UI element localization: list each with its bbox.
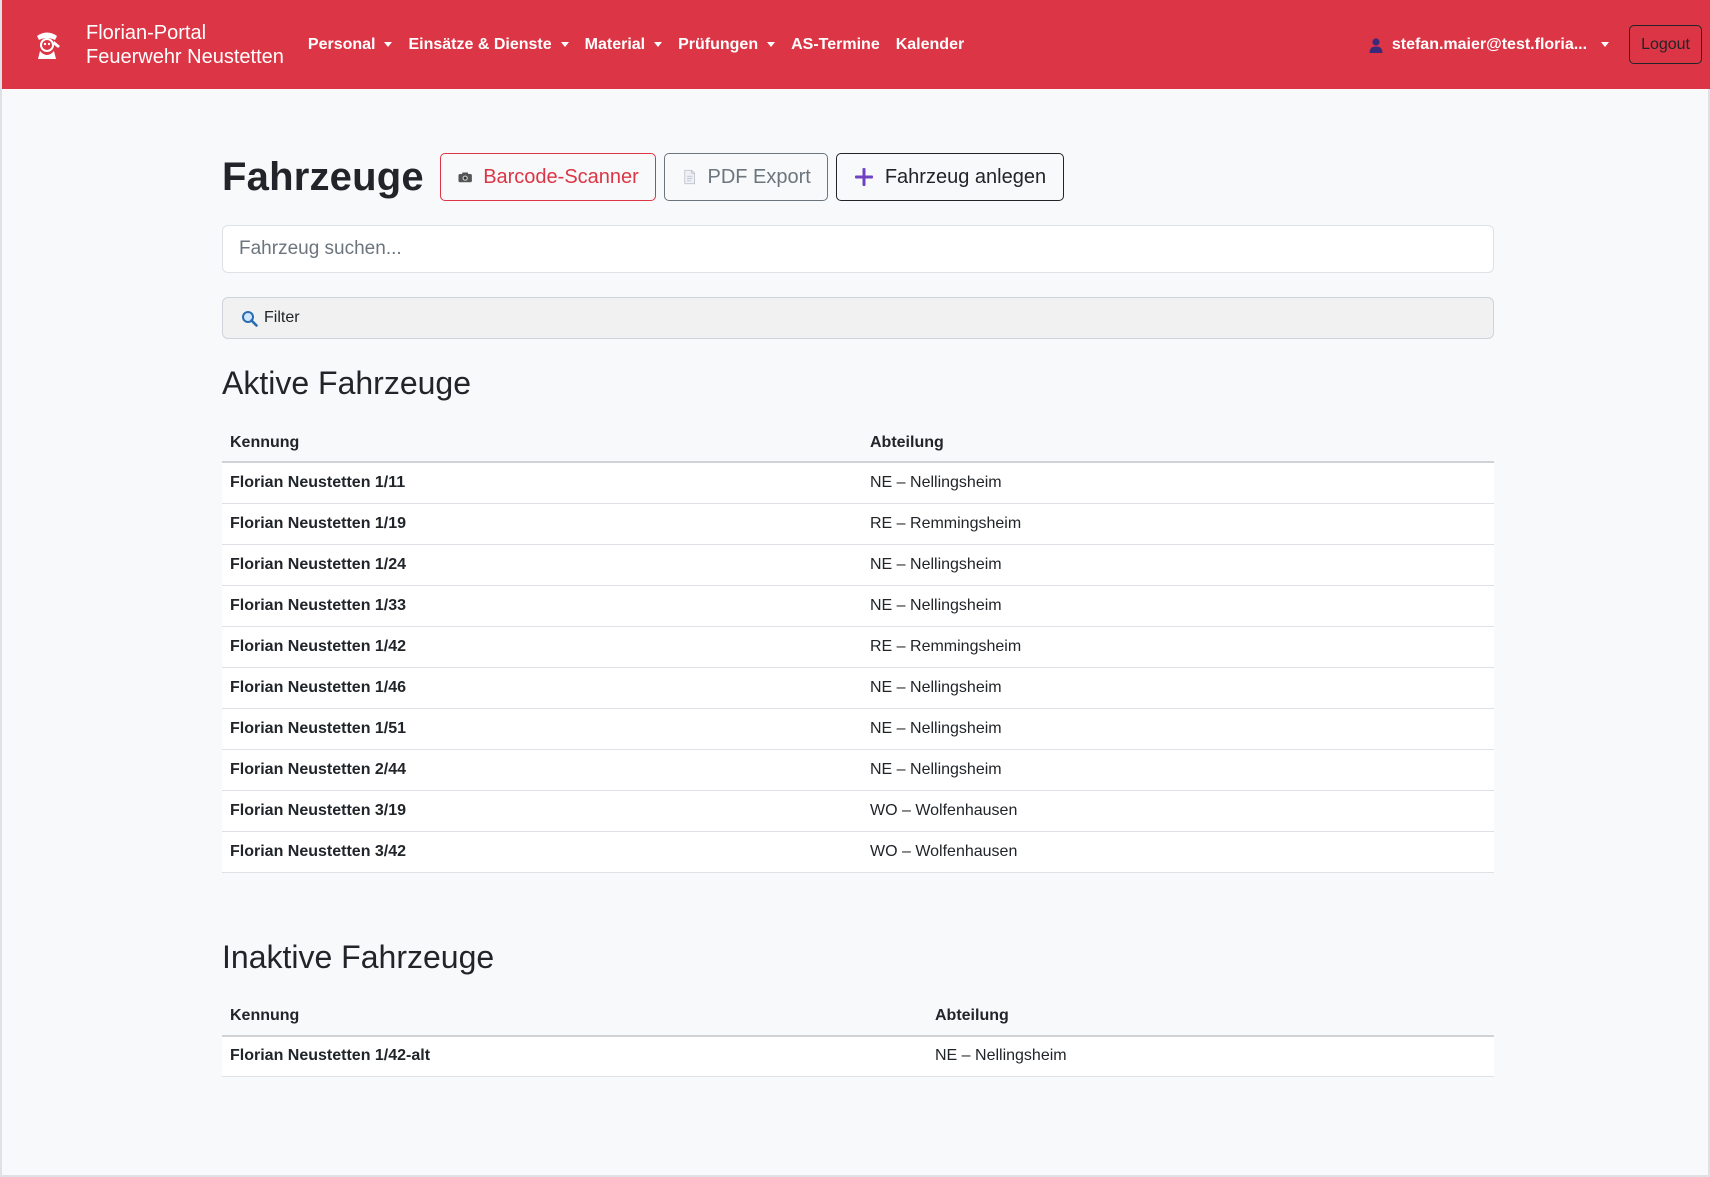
cell-kennung[interactable]: Florian Neustetten 1/42 — [222, 626, 862, 668]
active-vehicles-heading: Aktive Fahrzeuge — [222, 365, 472, 401]
logout-button[interactable]: Logout — [1629, 25, 1702, 64]
column-header-abteilung: Abteilung — [927, 997, 1494, 1037]
filter-label: Filter — [264, 309, 300, 326]
table-row[interactable]: Florian Neustetten 1/51 NE – Nellingsheim — [222, 708, 1494, 750]
cell-abteilung: NE – Nellingsheim — [862, 585, 1494, 627]
cell-abteilung: NE – Nellingsheim — [862, 462, 1494, 504]
document-icon — [684, 169, 695, 185]
page-title: Fahrzeuge — [222, 154, 424, 199]
user-icon — [1369, 37, 1383, 53]
caret-down-icon — [384, 42, 393, 47]
brand-title: Florian-Portal Feuerwehr Neustetten — [86, 21, 284, 69]
vehicle-search-input[interactable] — [222, 225, 1494, 273]
column-header-kennung: Kennung — [222, 997, 927, 1037]
page: Florian-Portal Feuerwehr Neustetten Pers… — [0, 0, 1710, 1177]
caret-down-icon — [1601, 42, 1610, 47]
navbar: Florian-Portal Feuerwehr Neustetten Pers… — [2, 0, 1710, 89]
column-header-abteilung: Abteilung — [862, 424, 1494, 463]
cell-kennung[interactable]: Florian Neustetten 3/42 — [222, 831, 862, 873]
inactive-vehicles-table: Kennung Abteilung Florian Neustetten 1/4… — [222, 997, 1494, 1077]
pdf-export-button[interactable]: PDF Export — [663, 153, 828, 201]
nav-pruefungen[interactable]: Prüfungen — [678, 35, 776, 54]
cell-kennung[interactable]: Florian Neustetten 1/51 — [222, 708, 862, 750]
table-row[interactable]: Florian Neustetten 1/24 NE – Nellingsheim — [222, 544, 1494, 586]
table-header-row: Kennung Abteilung — [222, 997, 1494, 1037]
main-nav: Personal Einsätze & Dienste Material Prü… — [308, 36, 980, 54]
magnifier-icon — [242, 310, 258, 327]
inactive-vehicles-body: Florian Neustetten 1/42-alt NE – Nellings… — [222, 1035, 1494, 1077]
nav-material[interactable]: Material — [584, 35, 663, 54]
table-row[interactable]: Florian Neustetten 1/33 NE – Nellingsheim — [222, 585, 1494, 627]
cell-abteilung: NE – Nellingsheim — [862, 544, 1494, 586]
cell-abteilung: NE – Nellingsheim — [862, 749, 1494, 791]
cell-abteilung: RE – Remmingsheim — [862, 626, 1494, 668]
table-row[interactable]: Florian Neustetten 3/42 WO – Wolfenhausen — [222, 831, 1494, 873]
table-row[interactable]: Florian Neustetten 1/42 RE – Remmingsheim — [222, 626, 1494, 668]
button-label: PDF Export — [707, 165, 811, 188]
nav-personal[interactable]: Personal — [308, 36, 393, 54]
nav-as-termine[interactable]: AS-Termine — [791, 36, 880, 54]
cell-kennung[interactable]: Florian Neustetten 1/46 — [222, 667, 862, 709]
caret-down-icon — [560, 42, 569, 47]
nav-einsaetze-dienste[interactable]: Einsätze & Dienste — [408, 35, 569, 54]
user-email: stefan.maier@test.floria... — [1391, 35, 1588, 53]
table-row[interactable]: Florian Neustetten 3/19 WO – Wolfenhausen — [222, 790, 1494, 832]
nav-label: AS-Termine — [791, 35, 880, 53]
title-row: Fahrzeuge Barcode-Scanner PDF Export Fah… — [222, 153, 1494, 201]
cell-kennung[interactable]: Florian Neustetten 1/42-alt — [222, 1035, 927, 1077]
nav-label: Material — [584, 35, 646, 53]
cell-kennung[interactable]: Florian Neustetten 1/11 — [222, 462, 862, 504]
cell-kennung[interactable]: Florian Neustetten 1/24 — [222, 544, 862, 586]
plus-icon — [854, 168, 873, 186]
camera-icon — [458, 172, 472, 183]
cell-kennung[interactable]: Florian Neustetten 1/33 — [222, 585, 862, 627]
cell-abteilung: WO – Wolfenhausen — [862, 790, 1494, 832]
nav-label: Prüfungen — [678, 35, 759, 53]
column-header-kennung: Kennung — [222, 424, 862, 463]
brand-line-1: Florian-Portal — [86, 21, 207, 44]
active-vehicles-table: Kennung Abteilung Florian Neustetten 1/1… — [222, 424, 1494, 873]
button-label: Fahrzeug anlegen — [884, 165, 1047, 188]
nav-label: Personal — [307, 35, 376, 53]
cell-abteilung: NE – Nellingsheim — [927, 1035, 1494, 1077]
brand-line-2: Feuerwehr Neustetten — [86, 45, 284, 68]
inactive-vehicles-heading: Inaktive Fahrzeuge — [222, 938, 495, 975]
table-row[interactable]: Florian Neustetten 1/19 RE – Remmingsheim — [222, 503, 1494, 545]
filter-toggle[interactable]: Filter — [222, 297, 1494, 339]
nav-right: stefan.maier@test.floria... Logout — [1368, 25, 1702, 64]
nav-kalender[interactable]: Kalender — [896, 36, 964, 54]
cell-kennung[interactable]: Florian Neustetten 2/44 — [222, 749, 862, 791]
create-vehicle-button[interactable]: Fahrzeug anlegen — [835, 153, 1064, 201]
firefighter-logo-icon — [37, 32, 60, 59]
cell-kennung[interactable]: Florian Neustetten 1/19 — [222, 503, 862, 545]
active-vehicles-body: Florian Neustetten 1/11 NE – Nellingsheim… — [222, 462, 1494, 873]
caret-down-icon — [767, 42, 776, 47]
main-content: Fahrzeuge Barcode-Scanner PDF Export Fah… — [222, 89, 1494, 1077]
table-row[interactable]: Florian Neustetten 1/42-alt NE – Nellings… — [222, 1035, 1494, 1077]
nav-label: Kalender — [895, 35, 965, 53]
table-row[interactable]: Florian Neustetten 1/46 NE – Nellingsheim — [222, 667, 1494, 709]
barcode-scanner-button[interactable]: Barcode-Scanner — [439, 153, 656, 201]
table-row[interactable]: Florian Neustetten 1/11 NE – Nellingsheim — [222, 462, 1494, 504]
cell-abteilung: NE – Nellingsheim — [862, 708, 1494, 750]
cell-kennung[interactable]: Florian Neustetten 3/19 — [222, 790, 862, 832]
button-label: Barcode-Scanner — [483, 165, 639, 188]
cell-abteilung: RE – Remmingsheim — [862, 503, 1494, 545]
cell-abteilung: NE – Nellingsheim — [862, 667, 1494, 709]
cell-abteilung: WO – Wolfenhausen — [862, 831, 1494, 873]
table-header-row: Kennung Abteilung — [222, 424, 1494, 463]
brand-link[interactable]: Florian-Portal Feuerwehr Neustetten — [30, 21, 284, 69]
caret-down-icon — [654, 42, 663, 47]
table-row[interactable]: Florian Neustetten 2/44 NE – Nellingsheim — [222, 749, 1494, 791]
nav-label: Einsätze & Dienste — [408, 35, 552, 53]
user-menu[interactable]: stefan.maier@test.floria... — [1368, 35, 1610, 54]
